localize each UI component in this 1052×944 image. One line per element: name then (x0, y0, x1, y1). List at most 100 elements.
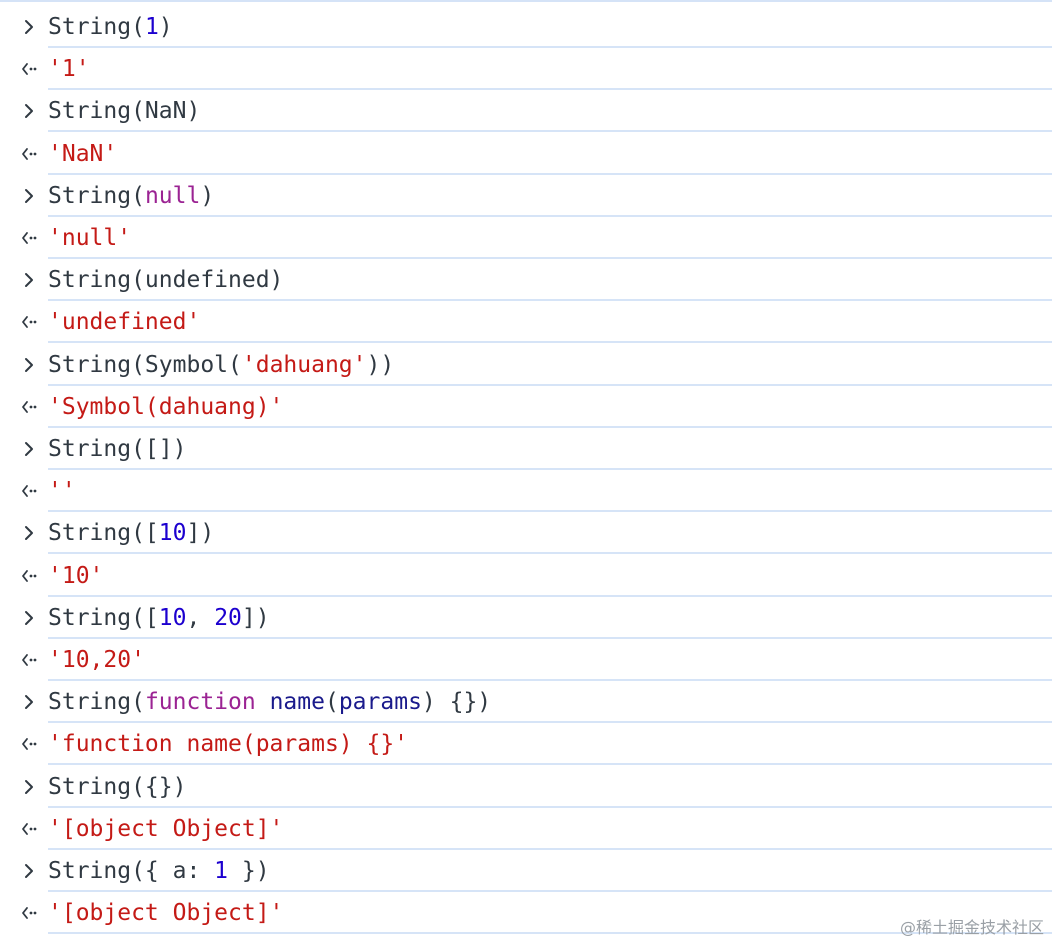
console-result: '[object Object]' (48, 898, 283, 928)
code-token: ]) (241, 604, 270, 631)
console-output-row: '[object Object]' (0, 892, 1052, 935)
console-result: 'Symbol(dahuang)' (48, 392, 283, 422)
console-input-row[interactable]: String(null) (0, 175, 1052, 217)
code-token: String({}) (48, 773, 187, 800)
console-output-row: '1' (0, 48, 1052, 91)
chevron-right-icon (20, 778, 38, 796)
code-token: String([]) (48, 436, 187, 462)
code-token: 'undefined' (48, 309, 201, 336)
console-input-row[interactable]: String([10]) (0, 512, 1052, 555)
return-arrow-icon (20, 567, 38, 585)
return-arrow-icon (20, 60, 38, 78)
watermark: @稀土掘金技术社区 (899, 918, 1044, 937)
console-output-row: '10' (0, 555, 1052, 597)
console-command: String(undefined) (48, 265, 283, 295)
chevron-right-icon (20, 609, 38, 627)
console-output-row: 'Symbol(dahuang)' (0, 386, 1052, 428)
return-arrow-icon (20, 904, 38, 922)
chevron-right-icon (20, 440, 38, 458)
console-command: String([10, 20]) (48, 603, 270, 633)
return-arrow-icon (20, 313, 38, 331)
return-arrow-icon (20, 145, 38, 163)
console-panel: String(1) '1' String(NaN) 'NaN' String(null)… (0, 0, 1052, 944)
code-token: '[object Object]' (48, 815, 284, 842)
console-result: 'function name(params) {}' (48, 729, 408, 759)
code-token: '10' (48, 562, 104, 589)
console-output-row: 'undefined' (0, 301, 1052, 344)
console-command: String(null) (48, 181, 214, 211)
code-token: )) (366, 351, 395, 378)
return-arrow-icon (20, 482, 38, 500)
code-token: ( (324, 689, 339, 716)
console-input-row[interactable]: String(function name(params) {}) (0, 681, 1052, 724)
console-input-row[interactable]: String([10, 20]) (0, 597, 1052, 639)
console-top-border (0, 0, 1052, 2)
console-command: String({}) (48, 772, 186, 802)
console-command: String(1) (48, 12, 173, 42)
console-output-row: 'null' (0, 217, 1052, 259)
console-result: '' (48, 476, 76, 506)
console-output-row: '10,20' (0, 639, 1052, 681)
console-input-row[interactable]: String({}) (0, 766, 1052, 808)
console-command: String(NaN) (48, 96, 200, 126)
console-result: '1' (48, 54, 90, 84)
console-result: '10,20' (48, 645, 145, 675)
console-command: String(function name(params) {}) (48, 687, 491, 717)
code-token: ) {}) (421, 689, 492, 716)
code-token: 20 (214, 604, 242, 631)
return-arrow-icon (20, 398, 38, 416)
chevron-right-icon (20, 524, 38, 542)
code-token: String({ a: (48, 858, 215, 884)
code-token: name (269, 689, 325, 716)
console-result: 'null' (48, 223, 131, 253)
code-token: ) (200, 182, 215, 209)
return-arrow-icon (20, 820, 38, 838)
code-token: '1' (48, 56, 90, 83)
code-token: 'dahuang' (241, 351, 367, 378)
console-output-row: 'function name(params) {}' (0, 723, 1052, 766)
console-result: '[object Object]' (48, 814, 283, 844)
code-token: 'Symbol(dahuang)' (48, 393, 284, 420)
return-arrow-icon (20, 735, 38, 753)
chevron-right-icon (20, 102, 38, 120)
console-output-row: '[object Object]' (0, 808, 1052, 850)
console-command: String([10]) (48, 518, 214, 548)
code-token: ) (158, 14, 173, 40)
console-input-row[interactable]: String(undefined) (0, 259, 1052, 302)
console-input-row[interactable]: String({ a: 1 }) (0, 850, 1052, 892)
code-token: String(Symbol( (48, 351, 242, 378)
code-token: '' (48, 478, 76, 505)
chevron-right-icon (20, 271, 38, 289)
console-input-row[interactable]: String(Symbol('dahuang')) (0, 344, 1052, 386)
code-token: String( (48, 182, 145, 209)
code-token: 1 (214, 858, 229, 884)
chevron-right-icon (20, 187, 38, 205)
code-token: ]) (186, 520, 215, 547)
chevron-right-icon (20, 862, 38, 880)
chevron-right-icon (20, 18, 38, 36)
console-input-row[interactable]: String(NaN) (0, 90, 1052, 133)
code-token: String(NaN) (48, 98, 201, 125)
code-token: params (338, 689, 422, 716)
code-token: 10 (158, 604, 187, 631)
code-token: String([ (48, 604, 159, 631)
console-output-row: '' (0, 470, 1052, 513)
console-command: String([]) (48, 434, 186, 464)
chevron-right-icon (20, 693, 38, 711)
code-token: 'null' (48, 225, 132, 251)
console-input-row[interactable]: String([]) (0, 428, 1052, 470)
code-token: function (144, 689, 256, 716)
console-result: 'undefined' (48, 307, 200, 337)
console-input-row[interactable]: String(1) (0, 6, 1052, 48)
console-command: String({ a: 1 }) (48, 856, 270, 886)
console-result: 'NaN' (48, 139, 117, 169)
code-token: '10,20' (48, 647, 145, 673)
code-token: null (144, 182, 201, 209)
return-arrow-icon (20, 651, 38, 669)
code-token: }) (228, 858, 270, 884)
return-arrow-icon (20, 229, 38, 247)
chevron-right-icon (20, 356, 38, 374)
console-result: '10' (48, 561, 103, 591)
code-token: String(undefined) (48, 267, 284, 294)
